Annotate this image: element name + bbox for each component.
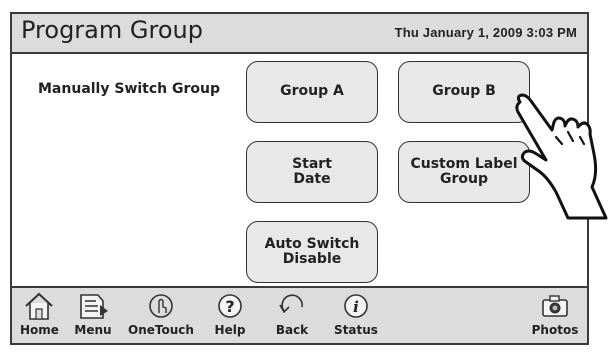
touch-icon <box>143 291 179 321</box>
nav-status[interactable]: i Status <box>332 291 380 337</box>
start-date-button[interactable]: Start Date <box>246 141 378 203</box>
nav-back[interactable]: Back <box>272 291 312 337</box>
nav-home[interactable]: Home <box>20 291 59 337</box>
page-title: Program Group <box>21 16 203 44</box>
pointing-hand-icon <box>515 93 608 220</box>
svg-text:i: i <box>353 298 359 316</box>
thermostat-screen: Program Group Thu January 1, 2009 3:03 P… <box>10 12 589 345</box>
back-icon <box>274 291 310 321</box>
nav-photos[interactable]: Photos <box>530 291 580 337</box>
nav-menu[interactable]: Menu <box>68 291 118 337</box>
nav-label-help: Help <box>214 323 246 337</box>
bottom-nav: Home Menu OneTouch ? Help Back i Status … <box>12 286 587 343</box>
nav-label-back: Back <box>275 323 309 337</box>
auto-switch-disable-button[interactable]: Auto Switch Disable <box>246 221 378 283</box>
date-time: Thu January 1, 2009 3:03 PM <box>394 25 577 40</box>
section-label: Manually Switch Group <box>38 81 221 97</box>
title-bar: Program Group Thu January 1, 2009 3:03 P… <box>12 14 587 54</box>
nav-label-photos: Photos <box>531 323 579 337</box>
nav-label-status: Status <box>334 323 378 337</box>
nav-onetouch[interactable]: OneTouch <box>126 291 196 337</box>
house-icon <box>21 291 57 321</box>
svg-text:?: ? <box>225 297 234 316</box>
info-icon: i <box>338 291 374 321</box>
camera-icon <box>537 291 573 321</box>
nav-label-onetouch: OneTouch <box>128 323 194 337</box>
help-icon: ? <box>212 291 248 321</box>
nav-label-home: Home <box>20 323 59 337</box>
menu-icon <box>75 291 111 321</box>
group-a-button[interactable]: Group A <box>246 61 378 123</box>
nav-label-menu: Menu <box>74 323 112 337</box>
nav-help[interactable]: ? Help <box>212 291 248 337</box>
